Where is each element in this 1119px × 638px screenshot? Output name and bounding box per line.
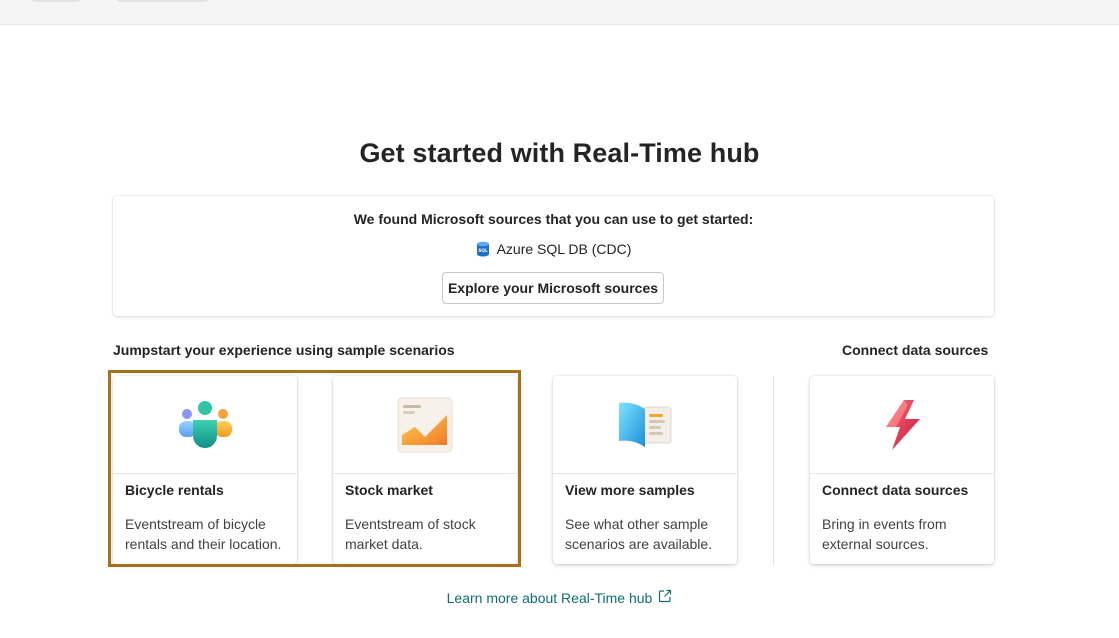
- card-stock-market[interactable]: Stock market Eventstream of stock market…: [333, 376, 517, 564]
- people-group-icon: [179, 400, 232, 448]
- card-description: Bring in events from external sources.: [822, 516, 947, 552]
- card-title: Connect data sources: [822, 482, 969, 498]
- top-bar-tab[interactable]: [30, 0, 82, 2]
- top-bar: [0, 0, 1119, 25]
- card-title: Bicycle rentals: [125, 482, 224, 498]
- top-bar-tab[interactable]: [115, 0, 210, 2]
- found-sources-heading: We found Microsoft sources that you can …: [353, 211, 754, 227]
- area-chart-icon: [397, 397, 453, 452]
- learn-more-label: Learn more about Real-Time hub: [446, 590, 653, 606]
- found-source-item: SQL Azure SQL DB (CDC): [113, 241, 994, 257]
- card-media: [333, 376, 517, 474]
- card-description: See what other sample scenarios are avai…: [565, 516, 713, 552]
- external-link-icon: [659, 589, 672, 603]
- explore-sources-button[interactable]: Explore your Microsoft sources: [442, 272, 664, 304]
- page-title: Get started with Real-Time hub: [359, 138, 760, 168]
- open-book-icon: [619, 402, 672, 447]
- card-media: [810, 376, 994, 474]
- found-sources-card: We found Microsoft sources that you can …: [113, 196, 994, 316]
- samples-section-label: Jumpstart your experience using sample s…: [113, 342, 455, 358]
- card-connect-data-sources[interactable]: Connect data sources Bring in events fro…: [810, 376, 994, 564]
- card-bicycle-rentals[interactable]: Bicycle rentals Eventstream of bicycle r…: [113, 376, 297, 564]
- section-divider: [773, 376, 774, 564]
- card-media: [113, 376, 297, 474]
- found-source-label: Azure SQL DB (CDC): [496, 241, 632, 257]
- card-title: View more samples: [565, 482, 695, 498]
- connect-section-label: Connect data sources: [842, 342, 989, 358]
- card-view-more-samples[interactable]: View more samples See what other sample …: [553, 376, 737, 564]
- card-description: Eventstream of stock market data.: [345, 516, 476, 552]
- card-media: [553, 376, 737, 474]
- sql-database-icon: SQL: [476, 241, 489, 257]
- svg-text:SQL: SQL: [478, 248, 488, 253]
- card-title: Stock market: [345, 482, 433, 498]
- learn-more-link[interactable]: Learn more about Real-Time hub: [0, 589, 1119, 606]
- card-description: Eventstream of bicycle rentals and their…: [125, 516, 282, 552]
- lightning-bolt-icon: [886, 399, 920, 450]
